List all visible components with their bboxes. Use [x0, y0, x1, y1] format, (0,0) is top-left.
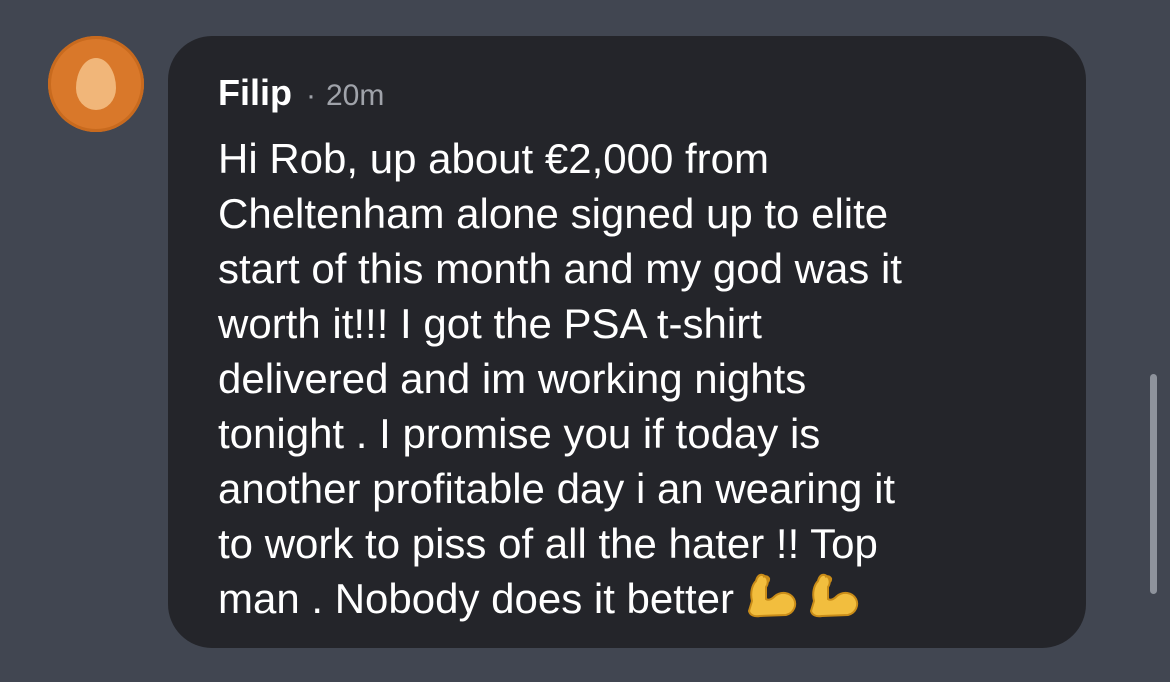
message-line: start of this month and my god was it [218, 245, 902, 292]
flexed-biceps-icon [742, 571, 862, 632]
message-line-text: man . Nobody does it better [218, 575, 734, 622]
comment-text: Hi Rob, up about €2,000 from Cheltenham … [218, 131, 1058, 632]
message-line: tonight . I promise you if today is [218, 410, 821, 457]
message-line: another profitable day i an wearing it [218, 465, 896, 512]
avatar[interactable] [48, 36, 144, 132]
flexed-biceps-icon-2 [809, 573, 859, 618]
comment-bubble: Filip · 20m Hi Rob, up about €2,000 from… [168, 36, 1086, 648]
scrollbar[interactable] [1150, 374, 1157, 594]
comment-header: Filip · 20m [218, 72, 384, 114]
timestamp: 20m [326, 79, 385, 112]
message-line: worth it!!! I got the PSA t-shirt [218, 300, 762, 347]
message-line: delivered and im working nights [218, 355, 807, 402]
message-line: Cheltenham alone signed up to elite [218, 190, 889, 237]
message-line: to work to piss of all the hater !! Top [218, 520, 878, 567]
message-line: Hi Rob, up about €2,000 from [218, 135, 770, 182]
egg-avatar-icon [76, 58, 116, 110]
author-name[interactable]: Filip [218, 72, 292, 114]
message-line-last: man . Nobody does it better [218, 571, 1058, 632]
flexed-biceps-icon-1 [747, 573, 797, 618]
header-separator: · [306, 79, 316, 112]
